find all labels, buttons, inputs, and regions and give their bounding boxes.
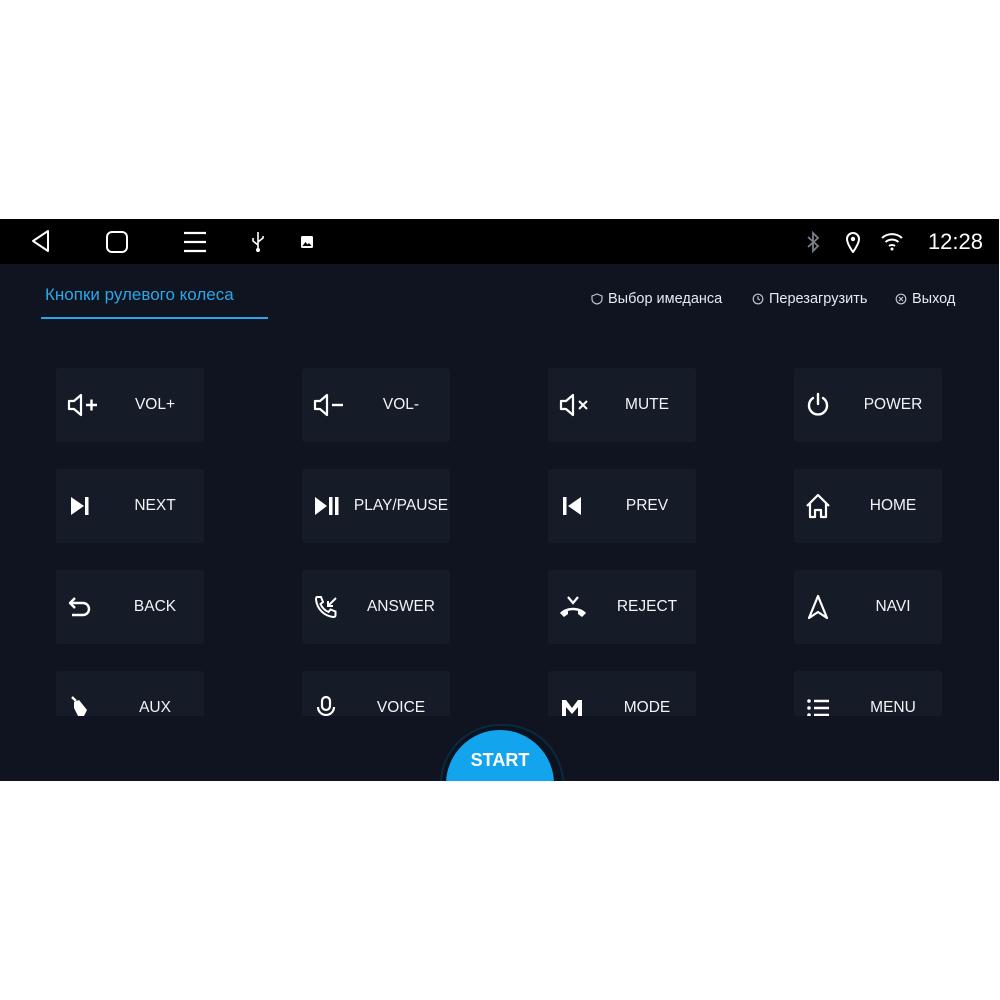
- back-arrow-icon: [66, 593, 94, 621]
- next-track-icon: [66, 492, 94, 520]
- close-circle-icon: [895, 293, 907, 305]
- answer-button[interactable]: ANSWER: [302, 570, 450, 644]
- answer-call-icon: [312, 593, 340, 621]
- button-label: PREV: [625, 497, 669, 514]
- reject-call-icon: [558, 593, 586, 621]
- impedance-select-button[interactable]: Выбор имеданса: [591, 291, 722, 307]
- button-label: POWER: [863, 396, 923, 413]
- gallery-icon: [300, 235, 314, 249]
- button-label: VOICE: [376, 699, 426, 716]
- power-icon: [804, 391, 832, 419]
- restart-button[interactable]: Перезагрузить: [752, 291, 867, 307]
- volume-up-icon: [66, 391, 97, 419]
- back-button[interactable]: BACK: [56, 570, 204, 644]
- button-label: VOL+: [134, 396, 176, 413]
- button-label: PLAY/PAUSE: [353, 497, 449, 514]
- button-label: MENU: [870, 699, 916, 716]
- navigation-icon: [804, 593, 832, 621]
- button-label: ANSWER: [366, 598, 436, 615]
- start-label: START: [470, 750, 530, 770]
- clock-restart-icon: [752, 293, 764, 305]
- reject-button[interactable]: REJECT: [548, 570, 696, 644]
- back-nav-icon[interactable]: [28, 228, 54, 254]
- usb-icon: [250, 231, 266, 253]
- recent-apps-icon[interactable]: [182, 230, 208, 254]
- aux-button[interactable]: AUX: [56, 671, 204, 716]
- clock: 12:28: [927, 229, 983, 254]
- prev-track-icon: [558, 492, 586, 520]
- restart-label: Перезагрузить: [769, 291, 868, 307]
- button-label: NEXT: [134, 497, 176, 514]
- aux-plug-icon: [66, 694, 94, 716]
- button-label: MODE: [623, 699, 671, 716]
- prev-button[interactable]: PREV: [548, 469, 696, 543]
- wifi-icon: [880, 231, 904, 251]
- impedance-select-label: Выбор имеданса: [608, 291, 723, 307]
- next-button[interactable]: NEXT: [56, 469, 204, 543]
- head-unit-screen: 12:28 Кнопки рулевого колеса Выбор имеда…: [0, 219, 999, 781]
- mute-icon: [558, 391, 588, 419]
- home-nav-icon[interactable]: [104, 229, 130, 255]
- button-label: BACK: [133, 598, 177, 615]
- home-icon: [804, 492, 832, 520]
- mode-button[interactable]: MODE: [548, 671, 696, 716]
- button-label: VOL-: [382, 396, 420, 413]
- voice-button[interactable]: VOICE: [302, 671, 450, 716]
- vol-up-button[interactable]: VOL+: [56, 368, 204, 442]
- microphone-icon: [312, 694, 340, 716]
- button-label: AUX: [139, 699, 171, 716]
- mode-icon: [558, 694, 586, 716]
- exit-button[interactable]: Выход: [895, 291, 955, 307]
- tab-steering-wheel-buttons[interactable]: Кнопки рулевого колеса: [45, 285, 234, 305]
- location-icon: [845, 231, 861, 253]
- button-label: REJECT: [616, 598, 678, 615]
- row-4-clip: AUX VOICE MODE MENU: [0, 671, 999, 716]
- status-bar: 12:28: [0, 219, 999, 264]
- button-label: MUTE: [625, 396, 669, 413]
- shield-icon: [591, 293, 603, 305]
- button-label: NAVI: [875, 598, 911, 615]
- button-label: HOME: [869, 497, 917, 514]
- play-pause-icon: [312, 492, 340, 520]
- menu-list-icon: [804, 694, 832, 716]
- volume-down-icon: [312, 391, 343, 419]
- vol-down-button[interactable]: VOL-: [302, 368, 450, 442]
- mute-button[interactable]: MUTE: [548, 368, 696, 442]
- power-button[interactable]: POWER: [794, 368, 942, 442]
- tab-underline: [41, 317, 268, 319]
- play-pause-button[interactable]: PLAY/PAUSE: [302, 469, 450, 543]
- bluetooth-icon: [806, 231, 820, 253]
- menu-button[interactable]: MENU: [794, 671, 942, 716]
- navi-button[interactable]: NAVI: [794, 570, 942, 644]
- home-button[interactable]: HOME: [794, 469, 942, 543]
- exit-label: Выход: [912, 291, 956, 307]
